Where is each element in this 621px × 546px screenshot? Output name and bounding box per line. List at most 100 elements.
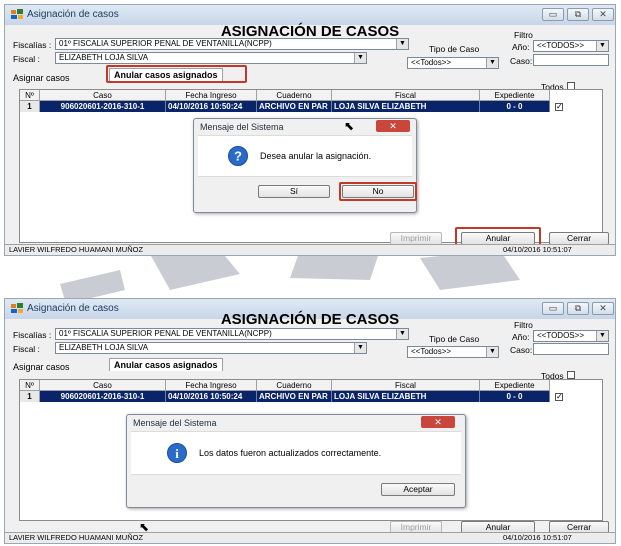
anio-select[interactable]: <<TODOS>> ▼ <box>533 40 609 52</box>
highlight-tab <box>106 65 247 83</box>
col-header-expediente: Expediente <box>480 90 550 101</box>
anio-label: Año: <box>512 42 530 52</box>
dialog-title: Mensaje del Sistema <box>133 418 217 428</box>
dialog-title: Mensaje del Sistema <box>200 122 284 132</box>
col-header-cuaderno: Cuaderno <box>257 90 332 101</box>
status-bar: LAVIER WILFREDO HUAMANI MUÑOZ 04/10/2016… <box>5 532 615 543</box>
anio-label: Año: <box>512 332 530 342</box>
dialog-body: ? Desea anular la asignación. <box>198 135 412 177</box>
cell-caso: 906020601-2016-310-1 <box>40 101 166 112</box>
cell-num: 1 <box>20 391 40 402</box>
row-checkbox[interactable]: ✓ <box>555 393 563 401</box>
minimize-button[interactable]: ▭ <box>542 8 564 21</box>
highlight-no <box>339 182 417 201</box>
tipo-caso-label: Tipo de Caso <box>429 334 480 344</box>
tipo-caso-value: <<Todos>> <box>411 58 452 67</box>
col-header-fecha: Fecha Ingreso <box>166 90 257 101</box>
fiscal-value: ELIZABETH LOJA SILVA <box>59 343 149 352</box>
aceptar-button[interactable]: Aceptar <box>381 483 455 496</box>
col-header-expediente: Expediente <box>480 380 550 391</box>
col-header-fiscal: Fiscal <box>332 380 480 391</box>
cell-fecha: 04/10/2016 10:50:24 <box>166 391 257 402</box>
status-datetime: 04/10/2016 10:51:07 <box>503 533 572 542</box>
chevron-down-icon: ▼ <box>486 58 498 68</box>
chevron-down-icon: ▼ <box>354 53 366 63</box>
svg-text:i: i <box>175 446 179 461</box>
dialog-message: Los datos fueron actualizados correctame… <box>199 448 382 458</box>
chevron-down-icon: ▼ <box>396 329 408 339</box>
fiscalias-value: 01º FISCALIA SUPERIOR PENAL DE VENTANILL… <box>59 39 272 48</box>
col-header-caso: Caso <box>40 380 166 391</box>
col-header-cuaderno: Cuaderno <box>257 380 332 391</box>
cell-fiscal: LOJA SILVA ELIZABETH <box>332 101 480 112</box>
fiscalias-select[interactable]: 01º FISCALIA SUPERIOR PENAL DE VENTANILL… <box>55 328 409 340</box>
caso-input[interactable] <box>533 54 609 66</box>
caso-label: Caso: <box>510 56 533 66</box>
fiscalias-select[interactable]: 01º FISCALIA SUPERIOR PENAL DE VENTANILL… <box>55 38 409 50</box>
col-header-fecha: Fecha Ingreso <box>166 380 257 391</box>
anio-value: <<TODOS>> <box>537 331 584 340</box>
todos-checkbox[interactable] <box>567 371 575 379</box>
tipo-caso-select[interactable]: <<Todos>> ▼ <box>407 57 499 69</box>
chevron-down-icon: ▼ <box>354 343 366 353</box>
dialog-close-button[interactable]: ✕ <box>421 416 455 428</box>
title-bar: Asignación de casos ▭ ⧉ ✕ <box>5 5 615 25</box>
col-header-num: Nº <box>20 90 40 101</box>
fiscal-select[interactable]: ELIZABETH LOJA SILVA ▼ <box>55 52 367 64</box>
col-header-num: Nº <box>20 380 40 391</box>
question-icon: ? <box>228 146 248 166</box>
fiscal-label: Fiscal : <box>13 54 40 64</box>
tipo-caso-label: Tipo de Caso <box>429 44 480 54</box>
status-bar: LAVIER WILFREDO HUAMANI MUÑOZ 04/10/2016… <box>5 244 615 255</box>
maximize-button[interactable]: ⧉ <box>567 8 589 21</box>
cell-fiscal: LOJA SILVA ELIZABETH <box>332 391 480 402</box>
app-icon <box>11 9 23 19</box>
col-header-caso: Caso <box>40 90 166 101</box>
cell-num: 1 <box>20 101 40 112</box>
status-datetime: 04/10/2016 10:51:07 <box>503 245 572 254</box>
caso-input[interactable] <box>533 343 609 355</box>
dialog-message: Desea anular la asignación. <box>260 151 372 161</box>
row-checkbox[interactable]: ✓ <box>555 103 563 111</box>
fiscal-label: Fiscal : <box>13 344 40 354</box>
dialog-close-button[interactable]: ✕ <box>376 120 410 132</box>
svg-text:?: ? <box>234 149 242 164</box>
status-user: LAVIER WILFREDO HUAMANI MUÑOZ <box>9 533 144 542</box>
chevron-down-icon: ▼ <box>596 41 608 51</box>
screenshot-success-dialog: Asignación de casos ▭ ⧉ ✕ ASIGNACIÓN DE … <box>4 298 616 544</box>
chevron-down-icon: ▼ <box>396 39 408 49</box>
si-button[interactable]: Sí <box>258 185 330 198</box>
dialog-body: i Los datos fueron actualizados correcta… <box>131 431 461 475</box>
cell-caso: 906020601-2016-310-1 <box>40 391 166 402</box>
fiscalias-label: Fiscalías : <box>13 40 52 50</box>
chevron-down-icon: ▼ <box>486 347 498 357</box>
anio-select[interactable]: <<TODOS>> ▼ <box>533 330 609 342</box>
window-title: Asignación de casos <box>27 9 119 20</box>
caso-label: Caso: <box>510 345 533 355</box>
fiscal-value: ELIZABETH LOJA SILVA <box>59 53 149 62</box>
status-user: LAVIER WILFREDO HUAMANI MUÑOZ <box>9 245 144 254</box>
mouse-pointer-icon: ⬉ <box>344 119 355 133</box>
cell-fecha: 04/10/2016 10:50:24 <box>166 101 257 112</box>
tipo-caso-select[interactable]: <<Todos>> ▼ <box>407 346 499 358</box>
filtro-label: Filtro <box>514 30 533 40</box>
fiscal-select[interactable]: ELIZABETH LOJA SILVA ▼ <box>55 342 367 354</box>
cell-expediente: 0 - 0 <box>480 391 550 402</box>
fiscalias-label: Fiscalías : <box>13 330 52 340</box>
tab-asignar-casos[interactable]: Asignar casos <box>13 73 70 83</box>
tipo-caso-value: <<Todos>> <box>411 347 452 356</box>
tab-anular-casos-asignados[interactable]: Anular casos asignados <box>109 358 223 371</box>
cell-cuaderno: ARCHIVO EN PAR <box>257 391 332 402</box>
success-dialog: Mensaje del Sistema ✕ i Los datos fueron… <box>126 414 466 508</box>
cell-expediente: 0 - 0 <box>480 101 550 112</box>
filtro-label: Filtro <box>514 320 533 330</box>
chevron-down-icon: ▼ <box>596 331 608 341</box>
col-header-fiscal: Fiscal <box>332 90 480 101</box>
fiscalias-value: 01º FISCALIA SUPERIOR PENAL DE VENTANILL… <box>59 329 272 338</box>
close-button[interactable]: ✕ <box>592 8 614 21</box>
anio-value: <<TODOS>> <box>537 41 584 50</box>
tab-asignar-casos[interactable]: Asignar casos <box>13 362 70 372</box>
info-icon: i <box>167 443 187 463</box>
confirm-dialog: Mensaje del Sistema ⬉ ✕ ? Desea anular l… <box>193 118 417 213</box>
screenshot-confirm-dialog: Asignación de casos ▭ ⧉ ✕ ASIGNACIÓN DE … <box>4 4 616 256</box>
